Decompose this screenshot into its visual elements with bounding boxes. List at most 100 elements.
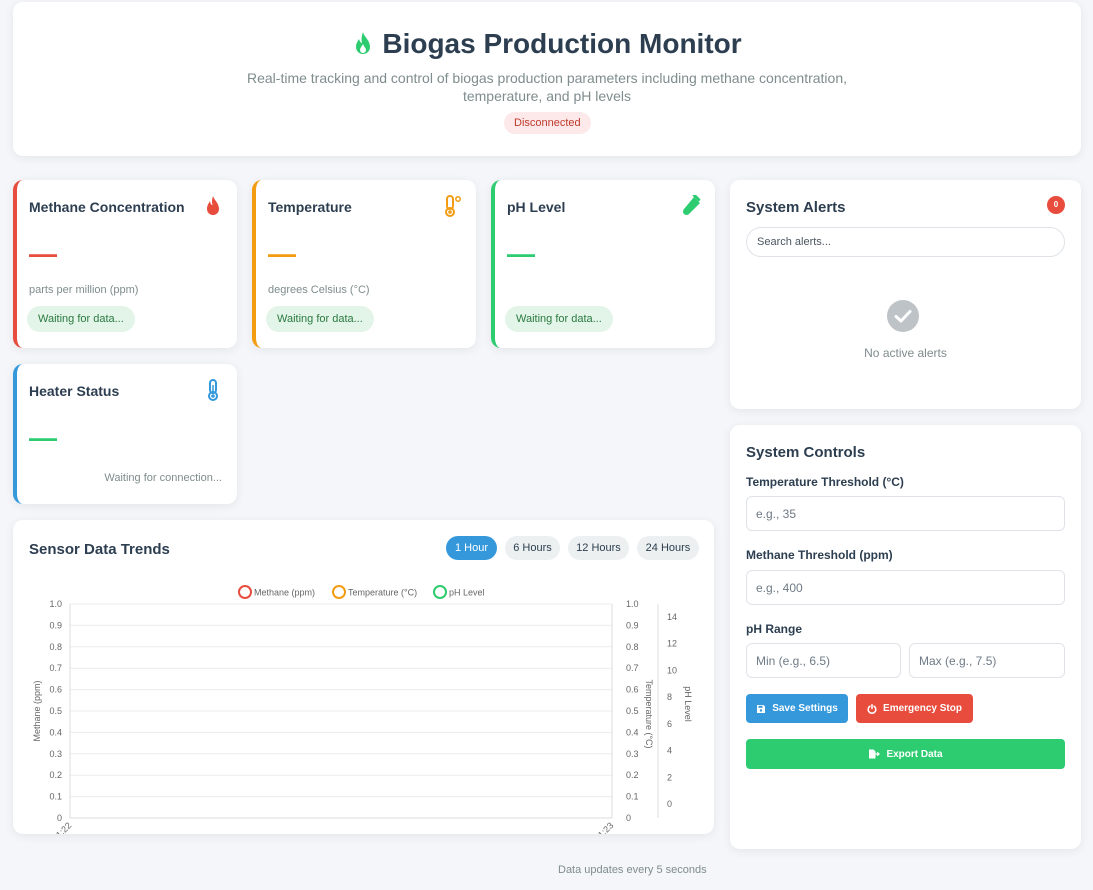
y-right-axis-title: pH Level — [683, 686, 693, 722]
methane-threshold-label: Methane Threshold (ppm) — [746, 548, 893, 562]
y-mid-tick-label: 0.2 — [626, 770, 639, 780]
y-mid-tick-label: 0 — [626, 813, 631, 823]
methane-value: — — [29, 238, 57, 269]
alert-search-input[interactable] — [746, 227, 1065, 257]
y-left-tick-label: 0 — [57, 813, 62, 823]
y-right-tick-label: 0 — [667, 799, 672, 809]
temperature-card: Temperature — degrees Celsius (°C) Waiti… — [252, 180, 476, 348]
ph-range-label: pH Range — [746, 622, 803, 636]
alerts-card: System Alerts 0 No active alerts — [730, 180, 1081, 409]
y-left-tick-label: 0.9 — [49, 620, 62, 630]
y-right-tick-label: 6 — [667, 719, 672, 729]
emergency-stop-label: Emergency Stop — [883, 703, 962, 714]
y-left-tick-label: 0.7 — [49, 663, 62, 673]
controls-card: System Controls Temperature Threshold (°… — [730, 425, 1081, 849]
y-mid-tick-label: 0.4 — [626, 727, 639, 737]
chart-footnote: Data updates every 5 seconds — [558, 864, 707, 876]
ph-card: pH Level — Waiting for data... — [491, 180, 715, 348]
y-right-tick-label: 2 — [667, 772, 672, 782]
legend-label: pH Level — [449, 588, 485, 598]
legend-label: Temperature (°C) — [348, 588, 417, 598]
ph-max-input[interactable] — [909, 643, 1065, 678]
ph-min-input[interactable] — [746, 643, 901, 678]
temperature-status-badge: Waiting for data... — [266, 306, 374, 332]
alerts-title: System Alerts — [746, 199, 846, 216]
y-left-tick-label: 0.5 — [49, 706, 62, 716]
y-mid-tick-label: 0.1 — [626, 792, 639, 802]
temp-threshold-input[interactable] — [746, 496, 1065, 531]
check-circle-icon — [887, 300, 919, 332]
range-24-hours-button[interactable]: 24 Hours — [637, 536, 699, 560]
save-settings-label: Save Settings — [772, 703, 838, 714]
y-mid-tick-label: 0.8 — [626, 642, 639, 652]
flame-icon — [356, 32, 371, 54]
thermometer-sun-icon — [445, 195, 461, 217]
connection-status-badge: Disconnected — [504, 112, 591, 134]
y-right-tick-label: 14 — [667, 612, 677, 622]
y-left-axis-title: Methane (ppm) — [32, 680, 42, 741]
range-1-hour-button[interactable]: 1 Hour — [446, 536, 497, 560]
y-left-tick-label: 0.4 — [49, 727, 62, 737]
y-right-tick-label: 4 — [667, 746, 672, 756]
header-card: Biogas Production Monitor Real-time trac… — [13, 2, 1081, 156]
y-left-tick-label: 1.0 — [49, 599, 62, 609]
save-icon — [757, 704, 766, 713]
y-mid-tick-label: 1.0 — [626, 599, 639, 609]
x-tick-label: 01:23 — [592, 820, 615, 834]
y-left-tick-label: 0.2 — [49, 770, 62, 780]
temperature-unit: degrees Celsius (°C) — [268, 284, 370, 296]
page-subtitle: Real-time tracking and control of biogas… — [246, 70, 847, 104]
y-mid-tick-label: 0.9 — [626, 620, 639, 630]
heater-card: Heater Status — Waiting for connection..… — [13, 364, 237, 504]
legend-swatch — [433, 585, 447, 599]
y-right-tick-label: 12 — [667, 639, 677, 649]
power-icon — [867, 703, 877, 714]
heater-title: Heater Status — [29, 383, 120, 399]
ph-title: pH Level — [507, 199, 566, 215]
y-mid-tick-label: 0.5 — [626, 706, 639, 716]
legend-label: Methane (ppm) — [254, 588, 315, 598]
temperature-title: Temperature — [268, 199, 352, 215]
range-12-hours-button[interactable]: 12 Hours — [568, 536, 629, 560]
thermometer-icon — [208, 379, 218, 401]
y-mid-tick-label: 0.3 — [626, 749, 639, 759]
y-mid-axis-title: Temperature (°C) — [644, 679, 654, 748]
chart-title: Sensor Data Trends — [29, 541, 170, 558]
methane-card: Methane Concentration — parts per millio… — [13, 180, 237, 348]
methane-unit: parts per million (ppm) — [29, 284, 139, 296]
y-right-tick-label: 8 — [667, 692, 672, 702]
alert-count-badge: 0 — [1047, 196, 1065, 214]
y-mid-tick-label: 0.6 — [626, 685, 639, 695]
fire-icon — [207, 196, 219, 215]
y-left-tick-label: 0.8 — [49, 642, 62, 652]
controls-title: System Controls — [746, 444, 866, 461]
y-mid-tick-label: 0.7 — [626, 663, 639, 673]
legend-swatch — [332, 585, 346, 599]
temperature-value: — — [268, 238, 296, 269]
file-export-icon — [869, 749, 881, 759]
y-left-tick-label: 0.6 — [49, 685, 62, 695]
heater-connection-text: Waiting for connection... — [104, 472, 222, 484]
page-title-text: Biogas Production Monitor — [382, 28, 742, 59]
methane-title: Methane Concentration — [29, 199, 185, 215]
heater-value: — — [29, 422, 57, 453]
test-tube-icon — [682, 195, 701, 216]
export-data-label: Export Data — [886, 748, 943, 760]
y-left-tick-label: 0.3 — [49, 749, 62, 759]
ph-status-badge: Waiting for data... — [505, 306, 613, 332]
emergency-stop-button[interactable]: Emergency Stop — [856, 694, 973, 723]
methane-threshold-input[interactable] — [746, 570, 1065, 605]
export-data-button[interactable]: Export Data — [746, 739, 1065, 769]
y-right-tick-label: 10 — [667, 665, 677, 675]
sensor-trend-chart: Methane (ppm) Temperature (°C) pH Level 1.0… — [32, 585, 693, 834]
no-alerts-text: No active alerts — [864, 346, 947, 360]
page-title: Biogas Production Monitor — [13, 28, 1081, 60]
legend-swatch — [238, 585, 252, 599]
range-6-hours-button[interactable]: 6 Hours — [505, 536, 560, 560]
y-left-tick-label: 0.1 — [49, 792, 62, 802]
temp-threshold-label: Temperature Threshold (°C) — [746, 475, 904, 489]
save-settings-button[interactable]: Save Settings — [746, 694, 848, 723]
ph-value: — — [507, 238, 535, 269]
chart-card: Sensor Data Trends 1 Hour 6 Hours 12 Hou… — [13, 520, 714, 834]
methane-status-badge: Waiting for data... — [27, 306, 135, 332]
